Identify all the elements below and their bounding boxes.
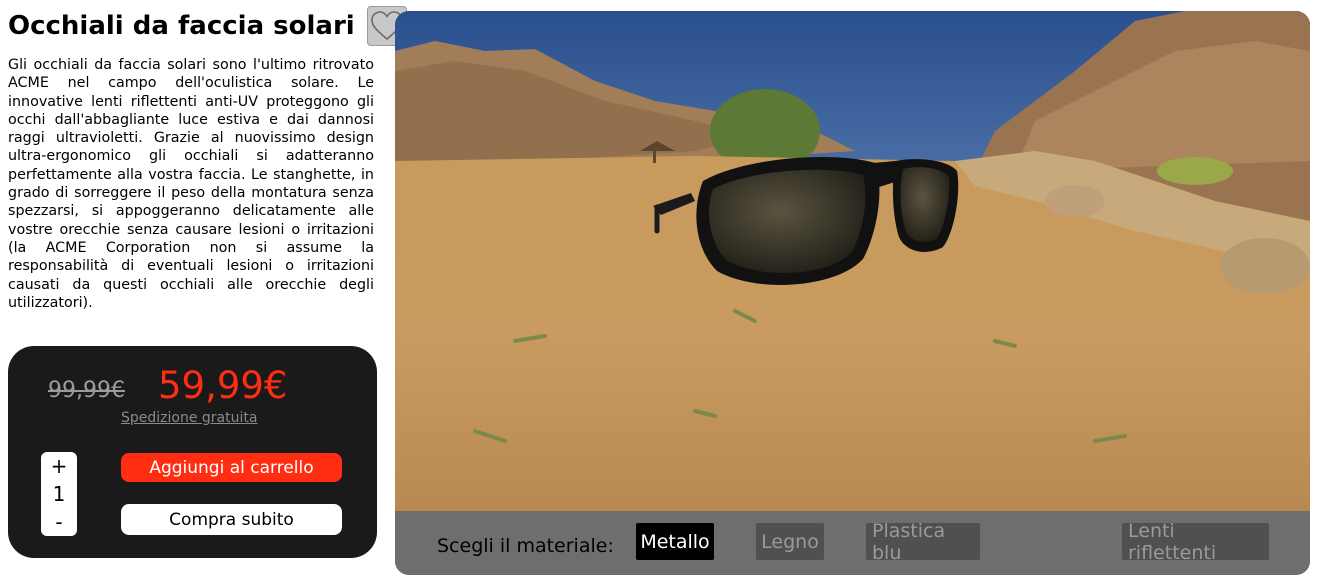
desert-scene-render[interactable] <box>395 11 1310 511</box>
material-selector: Scegli il materiale: Metallo Legno Plast… <box>395 511 1310 575</box>
quantity-stepper: + 1 - <box>41 452 77 536</box>
add-to-cart-button[interactable]: Aggiungi al carrello <box>121 453 342 482</box>
product-title: Occhiali da faccia solari <box>8 11 355 41</box>
material-label: Scegli il materiale: <box>437 535 614 557</box>
material-metallo-button[interactable]: Metallo <box>636 523 714 560</box>
material-legno-button[interactable]: Legno <box>756 523 824 560</box>
reflective-lenses-button[interactable]: Lenti riflettenti <box>1122 520 1269 564</box>
buy-now-button[interactable]: Compra subito <box>121 504 342 535</box>
product-3d-viewer[interactable]: Scegli il materiale: Metallo Legno Plast… <box>395 11 1310 575</box>
title-row: Occhiali da faccia solari <box>8 6 407 46</box>
product-info-panel: Occhiali da faccia solari Gli occhiali d… <box>0 0 407 582</box>
product-description: Gli occhiali da faccia solari sono l'ult… <box>8 57 374 311</box>
free-shipping-link[interactable]: Spedizione gratuita <box>121 410 257 426</box>
quantity-value: 1 <box>52 482 66 506</box>
price-box: 99,99€ 59,99€ Spedizione gratuita + 1 - … <box>8 346 377 558</box>
quantity-increment-button[interactable]: + <box>51 454 68 478</box>
quantity-decrement-button[interactable]: - <box>55 510 62 534</box>
material-plastica-blu-button[interactable]: Plastica blu <box>866 520 980 564</box>
sale-price: 59,99€ <box>158 364 288 407</box>
old-price: 99,99€ <box>48 378 125 403</box>
